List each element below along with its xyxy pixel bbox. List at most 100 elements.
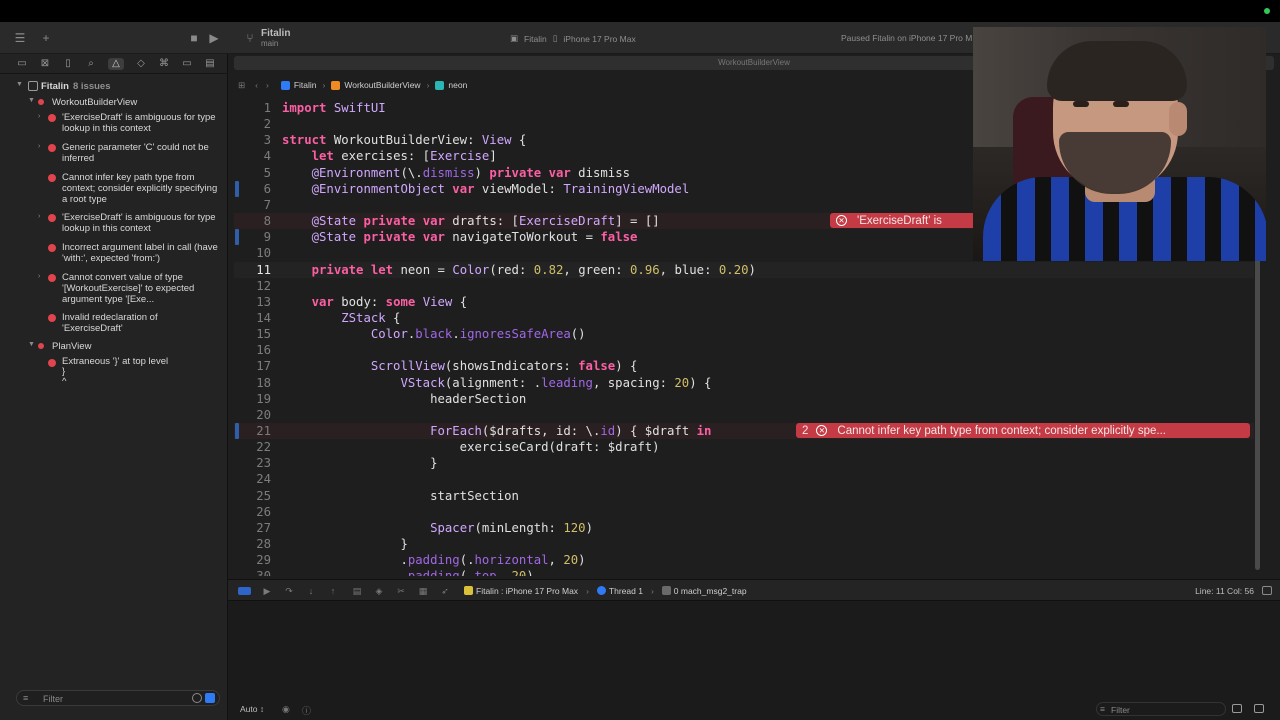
forward-icon[interactable]: › xyxy=(266,80,269,90)
chevron-right-icon[interactable]: › xyxy=(38,112,46,122)
code-text[interactable]: @State private var navigateToWorkout = f… xyxy=(282,229,638,245)
project-row[interactable]: ▼ Fitalin 8 issues xyxy=(0,80,228,92)
code-line[interactable]: 22 exerciseCard(draft: $draft) xyxy=(234,439,1254,455)
code-line[interactable]: 30 .padding(.top, 20) xyxy=(234,568,1254,576)
code-line[interactable]: 14 ZStack { xyxy=(234,310,1254,326)
debug-process[interactable]: Fitalin : iPhone 17 Pro Max xyxy=(464,586,578,596)
environment-icon[interactable]: ✂ xyxy=(396,586,406,596)
destination-device[interactable]: iPhone 17 Pro Max xyxy=(563,34,635,44)
code-line[interactable]: 16 xyxy=(234,342,1254,358)
code-text[interactable]: @State private var drafts: [ExerciseDraf… xyxy=(282,213,660,229)
code-text[interactable]: private let neon = Color(red: 0.82, gree… xyxy=(282,262,756,278)
debug-frame[interactable]: 0 mach_msg2_trap xyxy=(661,586,747,596)
code-text[interactable]: Color.black.ignoresSafeArea() xyxy=(282,326,586,342)
run-destination[interactable]: ▣ Fitalin ▯ iPhone 17 Pro Max xyxy=(510,33,636,44)
chevron-right-icon[interactable]: › xyxy=(38,272,46,282)
debug-console[interactable]: Auto ↕ ◉ ⓘ ≡ Filter xyxy=(228,601,1280,720)
step-out-icon[interactable]: ↑ xyxy=(328,586,338,596)
code-text[interactable]: ZStack { xyxy=(282,310,400,326)
location-icon[interactable]: ➶ xyxy=(440,586,450,596)
code-text[interactable]: ForEach($drafts, id: \.id) { $draft in xyxy=(282,423,711,439)
error-filter-icon[interactable] xyxy=(205,693,215,703)
code-line[interactable]: 24 xyxy=(234,471,1254,487)
issue-row[interactable]: Cannot infer key path type from context;… xyxy=(0,172,228,208)
eye-icon[interactable]: ◉ xyxy=(282,704,290,715)
code-line[interactable]: 26 xyxy=(234,504,1254,520)
memory-graph-icon[interactable]: ◈ xyxy=(374,586,384,596)
code-text[interactable]: @EnvironmentObject var viewModel: Traini… xyxy=(282,181,690,197)
add-icon[interactable]: + xyxy=(38,30,54,46)
code-text[interactable]: ScrollView(showsIndicators: false) { xyxy=(282,358,638,374)
stop-icon[interactable]: ■ xyxy=(186,30,202,46)
code-text[interactable]: } xyxy=(282,455,437,471)
back-icon[interactable]: ‹ xyxy=(255,80,258,90)
scheme-title[interactable]: Fitalin xyxy=(261,28,290,39)
chevron-right-icon[interactable]: › xyxy=(38,212,46,222)
run-icon[interactable]: ▶ xyxy=(206,30,222,46)
code-text[interactable]: import SwiftUI xyxy=(282,100,386,116)
code-text[interactable]: startSection xyxy=(282,488,519,504)
issue-row[interactable]: Incorrect argument label in call (have '… xyxy=(0,242,228,266)
issue-row[interactable]: › 'ExerciseDraft' is ambiguous for type … xyxy=(0,112,228,136)
code-line[interactable]: 20 xyxy=(234,407,1254,423)
continue-icon[interactable]: ▶ xyxy=(262,586,272,596)
code-line[interactable]: 15 Color.black.ignoresSafeArea() xyxy=(234,326,1254,342)
issue-row[interactable]: › 'ExerciseDraft' is ambiguous for type … xyxy=(0,212,228,236)
bookmark-icon[interactable]: ▯ xyxy=(62,58,74,70)
chevron-right-icon[interactable]: › xyxy=(38,142,46,152)
grid-icon[interactable]: ⊞ xyxy=(238,80,245,91)
step-over-icon[interactable]: ↷ xyxy=(284,586,294,596)
step-into-icon[interactable]: ↓ xyxy=(306,586,316,596)
jump-project[interactable]: Fitalin xyxy=(294,80,317,90)
chevron-down-icon[interactable]: ▼ xyxy=(16,80,24,90)
chevron-down-icon[interactable]: ▼ xyxy=(28,96,36,106)
console-toggle-icon[interactable] xyxy=(238,587,251,595)
code-line[interactable]: 12 xyxy=(234,278,1254,294)
folder-icon[interactable]: ▭ xyxy=(16,58,28,70)
code-line[interactable]: 25 startSection xyxy=(234,488,1254,504)
file-row[interactable]: ▼ PlanView xyxy=(0,340,228,352)
code-line[interactable]: 19 headerSection xyxy=(234,391,1254,407)
issue-row[interactable]: › Generic parameter 'C' could not be inf… xyxy=(0,142,228,166)
code-text[interactable]: headerSection xyxy=(282,391,526,407)
simulate-location-icon[interactable]: ▦ xyxy=(418,586,428,596)
code-line[interactable]: 23 } xyxy=(234,455,1254,471)
split-right-icon[interactable] xyxy=(1254,704,1264,713)
test-icon[interactable]: ◇ xyxy=(135,58,147,70)
debug-thread[interactable]: Thread 1 xyxy=(596,586,643,596)
code-text[interactable]: struct WorkoutBuilderView: View { xyxy=(282,132,526,148)
code-text[interactable]: var body: some View { xyxy=(282,294,468,310)
chevron-down-icon[interactable]: ▼ xyxy=(28,340,36,350)
breakpoint-icon[interactable]: ▭ xyxy=(181,58,193,70)
code-line[interactable]: 21 ForEach($drafts, id: \.id) { $draft i… xyxy=(234,423,1254,439)
code-line[interactable]: 28 } xyxy=(234,536,1254,552)
report-icon[interactable]: ▤ xyxy=(204,58,216,70)
inline-error-annotation[interactable]: 2 ✕ Cannot infer key path type from contex… xyxy=(796,423,1250,438)
panel-toggle-icon[interactable] xyxy=(1262,586,1272,595)
destination-scheme[interactable]: Fitalin xyxy=(524,34,547,44)
code-text[interactable]: VStack(alignment: .leading, spacing: 20)… xyxy=(282,375,711,391)
view-hierarchy-icon[interactable]: ▤ xyxy=(352,586,362,596)
code-line[interactable]: 18 VStack(alignment: .leading, spacing: … xyxy=(234,375,1254,391)
code-line[interactable]: 13 var body: some View { xyxy=(234,294,1254,310)
code-line[interactable]: 29 .padding(.horizontal, 20) xyxy=(234,552,1254,568)
source-control-icon[interactable]: ⊠ xyxy=(39,58,51,70)
sidebar-toggle-icon[interactable]: ☰ xyxy=(12,30,28,46)
code-text[interactable]: Spacer(minLength: 120) xyxy=(282,520,593,536)
debug-icon[interactable]: ⌘ xyxy=(158,58,170,70)
issue-row[interactable]: Extraneous '}' at top level } ^ xyxy=(0,357,228,391)
navigator-filter[interactable]: ≡ Filter xyxy=(16,690,220,706)
code-line[interactable]: 17 ScrollView(showsIndicators: false) { xyxy=(234,358,1254,374)
inline-error-annotation[interactable]: ✕ 'ExerciseDraft' is xyxy=(830,213,980,229)
search-icon[interactable]: ⌕ xyxy=(85,58,97,70)
issue-row[interactable]: › Cannot convert value of type '[Workout… xyxy=(0,272,228,308)
code-line[interactable]: 27 Spacer(minLength: 120) xyxy=(234,520,1254,536)
file-row[interactable]: ▼ WorkoutBuilderView xyxy=(0,96,228,108)
jump-symbol[interactable]: neon xyxy=(448,80,467,90)
code-text[interactable]: .padding(.top, 20) xyxy=(282,568,533,576)
code-text[interactable]: } xyxy=(282,536,407,552)
warning-icon[interactable]: △ xyxy=(108,57,124,70)
variables-mode[interactable]: Auto ↕ xyxy=(240,704,264,714)
code-line[interactable]: 11 private let neon = Color(red: 0.82, g… xyxy=(234,261,1254,278)
code-text[interactable]: @Environment(\.dismiss) private var dism… xyxy=(282,165,630,181)
